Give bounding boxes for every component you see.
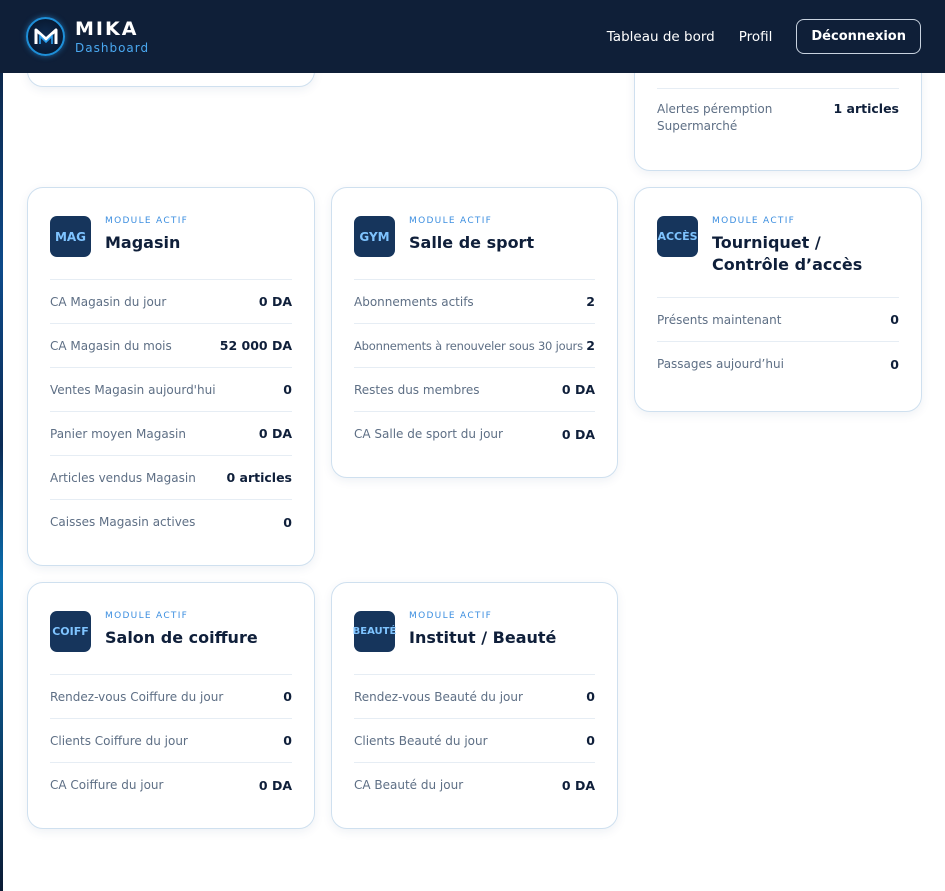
module-status-label: MODULE ACTIF [409, 216, 493, 226]
stat-label: Caisses Magasin actives [50, 515, 196, 529]
stat-value: 0 DA [561, 777, 595, 793]
module-status-label: MODULE ACTIF [105, 611, 189, 621]
stat-row: Ventes Magasin aujourd'hui 0 [50, 368, 292, 412]
module-card-hair-salon: COIFF MODULE ACTIF Salon de coiffure Ren… [27, 582, 315, 829]
stat-row: CA Beauté du jour 0 DA [354, 763, 595, 807]
beauty-icon: BEAUTÉ [353, 611, 396, 652]
stat-row: Articles vendus Magasin 0 articles [50, 456, 292, 500]
stat-row: Clients Coiffure du jour 0 [50, 719, 292, 763]
stat-row: Rendez-vous Coiffure du jour 0 [50, 675, 292, 719]
gym-icon: GYM [354, 216, 395, 257]
module-title: Institut / Beauté [409, 628, 557, 647]
stat-label: CA Beauté du jour [354, 778, 464, 792]
stat-value: 0 DA [258, 426, 292, 441]
stat-value: 0 [586, 689, 595, 704]
stat-value: 0 DA [258, 294, 292, 309]
stat-row: CA Magasin du mois 52 000 DA [50, 324, 292, 368]
nav-link-dashboard[interactable]: Tableau de bord [607, 29, 715, 45]
module-card-magasin: MAG MODULE ACTIF Magasin CA Magasin du j… [27, 187, 315, 566]
stat-label: Clients Coiffure du jour [50, 733, 188, 748]
stat-label: Abonnements actifs [354, 294, 474, 309]
stat-label: Rendez-vous Coiffure du jour [50, 689, 224, 704]
store-icon: MAG [50, 216, 91, 257]
stat-value: 0 [890, 356, 899, 372]
module-title: Magasin [105, 233, 181, 252]
brand-subtitle: Dashboard [75, 40, 150, 55]
stat-label: Ventes Magasin aujourd'hui [50, 382, 216, 397]
hair-salon-icon: COIFF [50, 611, 91, 652]
card-header: COIFF MODULE ACTIF Salon de coiffure [50, 583, 292, 675]
module-status-label: MODULE ACTIF [409, 611, 493, 621]
nav-link-profile[interactable]: Profil [739, 29, 773, 45]
stat-value: 52 000 DA [219, 338, 292, 353]
stat-label: Passages aujourd’hui [657, 357, 784, 372]
stat-value: 0 [586, 733, 595, 748]
stat-label: CA Salle de sport du jour [354, 427, 503, 441]
brand[interactable]: MIKA Dashboard [26, 17, 149, 56]
brand-name: MIKA [75, 17, 139, 40]
mika-logo-icon [26, 17, 65, 56]
stat-label: Panier moyen Magasin [50, 426, 186, 441]
module-card-gym: GYM MODULE ACTIF Salle de sport Abonneme… [331, 187, 618, 478]
card-header: BEAUTÉ MODULE ACTIF Institut / Beauté [353, 583, 595, 675]
stat-row: Rendez-vous Beauté du jour 0 [354, 675, 595, 719]
stat-value: 0 [890, 312, 899, 328]
nav-links: Tableau de bord Profil Déconnexion [607, 19, 921, 54]
module-status-label: MODULE ACTIF [712, 216, 796, 226]
stat-row: Restes dus membres 0 DA [354, 368, 595, 412]
stat-value: 0 [283, 689, 292, 704]
card-header: MAG MODULE ACTIF Magasin [50, 188, 292, 280]
module-card-beauty: BEAUTÉ MODULE ACTIF Institut / Beauté Re… [331, 582, 618, 829]
module-title: Salon de coiffure [105, 628, 258, 647]
stat-row: CA Magasin du jour 0 DA [50, 280, 292, 324]
stat-label: Articles vendus Magasin [50, 470, 196, 485]
logout-button[interactable]: Déconnexion [796, 19, 921, 54]
stat-label: Abonnements à renouveler sous 30 jours [354, 338, 583, 353]
stat-row: Caisses Magasin actives 0 [50, 500, 292, 544]
access-icon: ACCÈS [657, 216, 698, 257]
stat-label: CA Magasin du mois [50, 338, 172, 353]
stat-label: CA Magasin du jour [50, 294, 167, 309]
stat-value: 0 DA [258, 777, 292, 793]
stat-value: 0 [283, 514, 292, 530]
card-header: GYM MODULE ACTIF Salle de sport [354, 188, 595, 280]
stat-value: 0 articles [226, 470, 292, 485]
stat-row: Abonnements à renouveler sous 30 jours 2 [354, 324, 595, 368]
stat-row: Alertes péremption Supermarché 1 article… [657, 101, 899, 136]
module-status-label: MODULE ACTIF [105, 216, 189, 226]
stat-label: Présents maintenant [657, 312, 782, 327]
stat-value: 0 DA [561, 382, 595, 397]
stat-row: CA Salle de sport du jour 0 DA [354, 412, 595, 456]
stat-value: 2 [586, 338, 595, 353]
stat-value: 0 DA [561, 426, 595, 442]
stat-label: Alertes péremption Supermarché [657, 102, 773, 134]
stat-row: CA Coiffure du jour 0 DA [50, 763, 292, 807]
stat-row: Présents maintenant 0 [657, 298, 899, 343]
stat-value: 0 [283, 733, 292, 748]
stat-label: Rendez-vous Beauté du jour [354, 689, 523, 704]
stat-row: Clients Beauté du jour 0 [354, 719, 595, 763]
left-background-strip [0, 0, 3, 891]
module-card-access: ACCÈS MODULE ACTIF Tourniquet / Contrôle… [634, 187, 922, 412]
stat-row: Passages aujourd’hui 0 [657, 342, 899, 386]
stat-label: Restes dus membres [354, 382, 480, 397]
stat-row: Panier moyen Magasin 0 DA [50, 412, 292, 456]
top-navbar: MIKA Dashboard Tableau de bord Profil Dé… [0, 0, 945, 73]
stat-row: Abonnements actifs 2 [354, 280, 595, 324]
stat-value: 0 [283, 382, 292, 397]
module-title: Tourniquet / Contrôle d’accès [712, 233, 863, 274]
stat-label: CA Coiffure du jour [50, 778, 164, 792]
module-title: Salle de sport [409, 233, 535, 252]
stat-label: Clients Beauté du jour [354, 733, 488, 748]
stat-value: 2 [586, 294, 595, 309]
stat-value: 1 articles [833, 101, 899, 116]
card-header: ACCÈS MODULE ACTIF Tourniquet / Contrôle… [657, 188, 899, 299]
